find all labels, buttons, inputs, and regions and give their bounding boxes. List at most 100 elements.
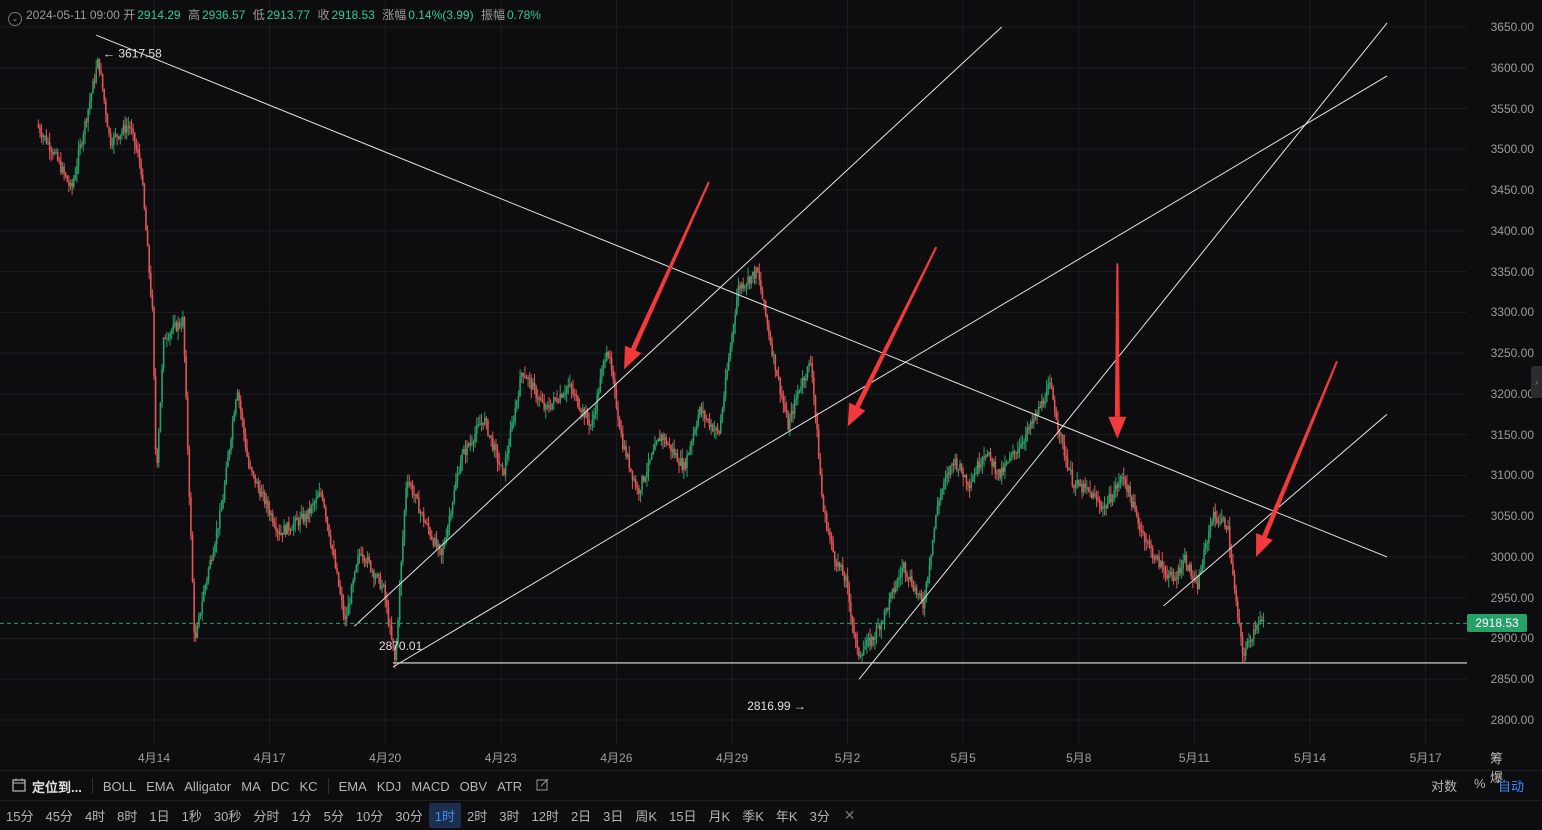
candle [143,182,146,211]
candle-body [149,272,152,296]
candle [377,573,380,584]
locate-button[interactable]: 定位到... [32,777,82,796]
interval-button[interactable]: 12时 [525,803,564,828]
candlestick-chart[interactable]: ← 3617.582816.99 →2870.01 [0,0,1467,745]
candle [1078,479,1080,488]
interval-button[interactable]: 1时 [428,803,461,828]
candle [552,391,555,411]
candle [408,474,411,488]
close-icon[interactable]: ✕ [844,807,856,824]
interval-button[interactable]: 年K [770,803,804,828]
oscillator-indicator-button[interactable]: MACD [411,779,449,794]
calendar-icon[interactable] [12,778,26,795]
candle-body [877,626,879,628]
candle-body [658,438,661,441]
candle [337,571,340,588]
candle [469,434,472,452]
overlay-indicator-button[interactable]: Alligator [184,779,231,794]
interval-button[interactable]: 月K [703,803,737,828]
candle-body [891,588,894,594]
oscillator-indicator-button[interactable]: EMA [339,779,367,794]
oscillator-indicator-button[interactable]: KDJ [377,779,402,794]
candle [1089,480,1091,498]
candle-body [297,520,300,526]
candle [488,435,491,439]
interval-button[interactable]: 8时 [111,803,143,828]
candle [1196,575,1199,595]
candle-body [117,136,120,139]
overlay-indicator-button[interactable]: EMA [146,779,174,794]
candle-body [708,419,711,427]
change-label: 涨幅 [382,8,407,22]
candle [496,444,499,472]
candle [376,571,378,579]
candle [1188,562,1191,573]
candle-body [106,114,109,128]
edit-indicator-icon[interactable] [536,778,549,794]
overlay-indicator-button[interactable]: MA [241,779,261,794]
candle-body [1259,620,1262,622]
candle [1108,486,1111,504]
candle [459,455,462,474]
date-tick-label: 5月11 [1178,751,1210,765]
interval-button[interactable]: 45分 [39,803,78,828]
candle-body [898,577,900,580]
interval-button[interactable]: 3分 [804,803,836,828]
candle-body [830,536,833,542]
candle [575,389,578,402]
interval-button[interactable]: 1分 [285,803,317,828]
interval-button[interactable]: 30秒 [208,803,247,828]
collapse-chevron-icon[interactable]: ⌄ [8,12,22,26]
candle-body [485,418,488,421]
overlay-indicator-button[interactable]: KC [300,779,318,794]
candle-body [1150,544,1152,549]
candle [562,391,565,398]
candle [1145,533,1148,551]
log-scale-toggle[interactable]: 对数 [1431,776,1457,795]
interval-button[interactable]: 10分 [350,803,389,828]
candle [498,452,500,471]
date-axis[interactable]: 4月14 4月17 4月20 4月23 4月26 4月29 5月2 5月5 5月8 5月11 5月1… [0,745,1467,767]
candle-body [850,602,852,617]
candle [880,619,883,640]
candle [874,631,876,650]
candle [1010,452,1013,461]
interval-button[interactable]: 5分 [318,803,350,828]
interval-button[interactable]: 15日 [663,803,702,828]
interval-button[interactable]: 分时 [247,803,285,828]
candle-body [1161,560,1164,568]
candle-body [365,561,367,563]
oscillator-indicator-button[interactable]: OBV [460,779,487,794]
candle-body [262,492,264,494]
interval-button[interactable]: 4时 [79,803,111,828]
candle-body [753,271,756,279]
candle [858,646,860,661]
interval-button[interactable]: 3日 [597,803,629,828]
interval-button[interactable]: 1日 [143,803,175,828]
interval-button[interactable]: 30分 [389,803,428,828]
interval-button[interactable]: 2时 [461,803,493,828]
candle-body [628,454,631,469]
overlay-indicator-button[interactable]: DC [271,779,290,794]
interval-button[interactable]: 季K [736,803,770,828]
candle-body [1153,558,1156,560]
interval-button[interactable]: 2日 [565,803,597,828]
percent-scale-toggle[interactable]: % [1474,776,1486,791]
candle [1023,438,1026,450]
interval-button[interactable]: 1秒 [176,803,208,828]
interval-button[interactable]: 3时 [493,803,525,828]
oscillator-indicator-button[interactable]: ATR [497,779,522,794]
candle-body [665,437,667,445]
candle [243,417,245,442]
candle-body [217,528,220,530]
candle [501,462,504,476]
auto-scale-toggle[interactable]: 自动 [1498,776,1524,795]
candle-body [793,399,796,414]
amplitude-label: 振幅 [480,8,505,22]
interval-button[interactable]: 周K [629,803,663,828]
panel-expand-handle-icon[interactable]: › [1531,366,1542,398]
chart-area[interactable]: ← 3617.58 2816.99 → 2870.01 [0,0,1467,745]
candle [758,263,761,286]
overlay-indicator-button[interactable]: BOLL [103,779,136,794]
interval-button[interactable]: 15分 [0,803,39,828]
